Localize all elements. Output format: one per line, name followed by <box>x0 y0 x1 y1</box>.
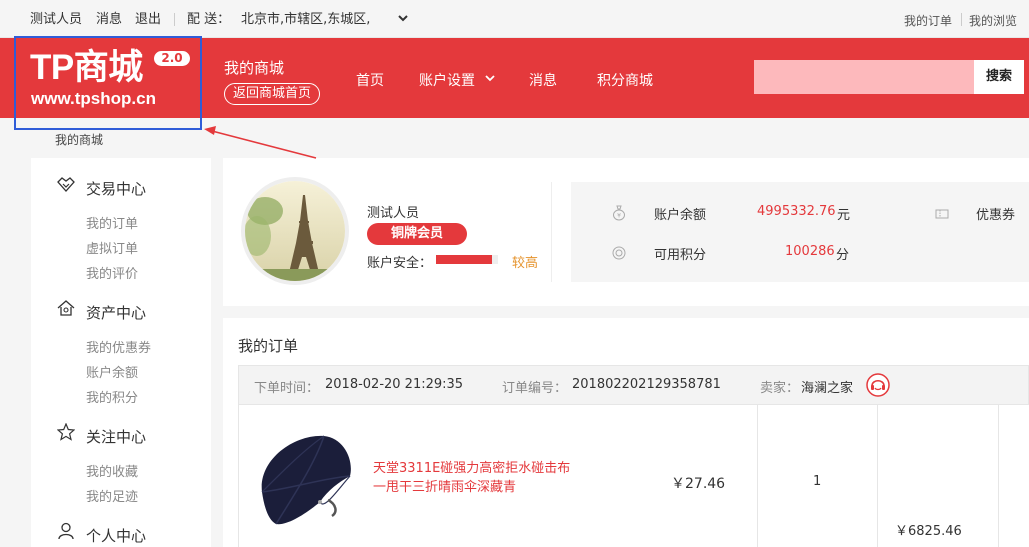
points-value[interactable]: 100286 <box>785 244 835 259</box>
top-bar: 测试人员 消息 退出 配 送： 北京市,市辖区,东城区, 我的订单 我的浏览 <box>0 0 1029 38</box>
coupon-label: 优惠券 <box>976 208 1016 223</box>
sidebar-item-my-favorites[interactable]: 我的收藏 <box>86 461 138 480</box>
divider <box>961 13 962 26</box>
breadcrumb: 我的商城 <box>55 133 104 147</box>
delivery-area[interactable]: 北京市,市辖区,东城区, <box>241 12 370 28</box>
house-icon <box>57 300 75 316</box>
divider <box>551 182 552 282</box>
star-icon <box>57 423 75 441</box>
points-coin-icon <box>612 246 626 260</box>
sidebar-item-virtual-orders[interactable]: 虚拟订单 <box>86 238 138 257</box>
chevron-down-icon[interactable] <box>396 11 410 25</box>
my-mall-title: 我的商城 <box>224 59 285 77</box>
order-no: 201802202129358781 <box>572 377 721 392</box>
sidebar-item-my-footprints[interactable]: 我的足迹 <box>86 486 138 505</box>
seller-label: 卖家： <box>760 381 800 396</box>
order-no-label: 订单编号： <box>502 381 568 396</box>
user-name: 测试人员 <box>367 206 420 221</box>
coupon-icon <box>935 209 949 219</box>
messages-link[interactable]: 消息 <box>96 12 122 28</box>
sidebar-section-title: 关注中心 <box>86 428 147 446</box>
version-badge: 2.0 <box>154 51 190 66</box>
order-time-value: 2018-02-20 21:29:35 <box>325 377 464 392</box>
seller-name: 海澜之家 <box>801 381 854 396</box>
money-bag-icon: ¥ <box>613 205 625 221</box>
avatar[interactable] <box>241 177 349 285</box>
balance-label: 账户余额 <box>654 208 707 223</box>
sidebar-item-my-coupons[interactable]: 我的优惠券 <box>86 337 151 356</box>
order-time-label: 下单时间： <box>254 381 320 396</box>
user-name-link[interactable]: 测试人员 <box>30 12 82 28</box>
nav-points-mall[interactable]: 积分商城 <box>597 70 653 90</box>
my-browse-link[interactable]: 我的浏览 <box>969 13 1017 29</box>
delivery-label: 配 送： <box>187 12 231 27</box>
divider <box>757 405 758 547</box>
search-button[interactable]: 搜索 <box>974 60 1024 94</box>
logout-link[interactable]: 退出 <box>135 12 161 28</box>
sidebar-item-account-balance[interactable]: 账户余额 <box>86 362 138 381</box>
sidebar-section-title: 交易中心 <box>86 180 147 198</box>
divider <box>877 405 878 547</box>
nav-home[interactable]: 首页 <box>356 70 384 90</box>
sidebar-item-my-points[interactable]: 我的积分 <box>86 387 138 406</box>
search-input[interactable] <box>754 60 974 94</box>
my-orders-link[interactable]: 我的订单 <box>904 13 952 29</box>
sidebar-section-title: 资产中心 <box>86 304 147 322</box>
person-icon <box>58 522 74 540</box>
seller-link[interactable]: 海澜之家 <box>801 377 853 396</box>
nav-account-settings[interactable]: 账户设置 <box>419 70 475 90</box>
points-unit: 分 <box>836 248 850 263</box>
logo[interactable]: TP商城 <box>30 50 143 86</box>
member-level-badge: 铜牌会员 <box>367 223 467 245</box>
order-total: ￥6825.46 <box>895 524 962 539</box>
security-label: 账户安全： <box>367 256 433 271</box>
order-time: 2018-02-20 21:29:35 <box>325 377 463 392</box>
orders-title: 我的订单 <box>238 337 299 355</box>
umbrella-product-image[interactable] <box>254 430 354 528</box>
chevron-down-icon[interactable] <box>484 71 496 85</box>
security-bar <box>436 255 492 264</box>
sidebar-item-my-orders[interactable]: 我的订单 <box>86 213 138 232</box>
back-home-button[interactable]: 返回商城首页 <box>224 83 321 105</box>
eiffel-tower-photo <box>245 181 345 281</box>
goods-price: ￥27.46 <box>671 476 726 492</box>
balance-value[interactable]: 4995332.76 <box>757 204 836 219</box>
svg-text:¥: ¥ <box>617 213 621 220</box>
balance-unit: 元 <box>837 208 851 223</box>
divider <box>174 13 175 26</box>
points-label: 可用积分 <box>654 248 707 263</box>
customer-service-icon[interactable] <box>866 373 890 397</box>
divider <box>998 405 999 547</box>
goods-name-link[interactable]: 天堂3311E碰强力高密拒水碰击布一甩干三折晴雨伞深藏青 <box>373 459 583 497</box>
security-level: 较高 <box>512 256 539 271</box>
sidebar-item-my-reviews[interactable]: 我的评价 <box>86 263 138 282</box>
order-no-value: 201802202129358781 <box>572 377 721 392</box>
nav-messages[interactable]: 消息 <box>529 70 557 90</box>
goods-quantity: 1 <box>813 474 822 489</box>
logo-url: www.tpshop.cn <box>31 89 156 108</box>
handshake-icon <box>57 177 75 192</box>
account-stats <box>571 182 1029 282</box>
sidebar-section-title: 个人中心 <box>86 527 147 545</box>
